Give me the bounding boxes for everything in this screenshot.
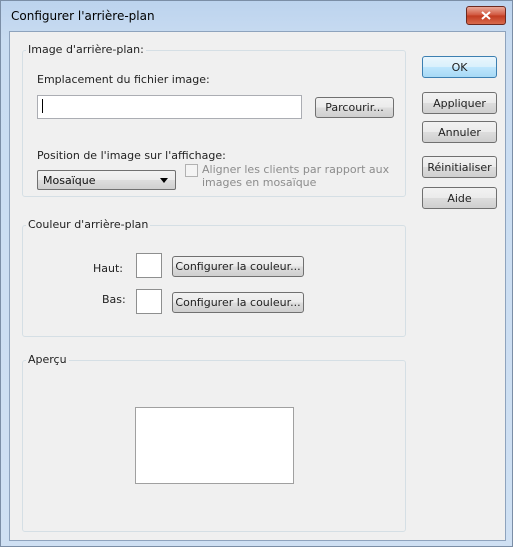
top-color-button-label: Configurer la couleur... — [175, 260, 301, 273]
top-color-button[interactable]: Configurer la couleur... — [172, 256, 304, 277]
image-position-label: Position de l'image sur l'affichage: — [37, 149, 226, 162]
close-button[interactable] — [466, 6, 506, 25]
reset-button[interactable]: Réinitialiser — [422, 156, 497, 178]
dialog-client-area: Image d'arrière-plan: Emplacement du fic… — [9, 31, 506, 541]
browse-button[interactable]: Parcourir... — [315, 97, 394, 118]
background-image-group-label: Image d'arrière-plan: — [26, 43, 146, 56]
bottom-color-button-label: Configurer la couleur... — [175, 296, 301, 309]
ok-button-label: OK — [451, 60, 468, 74]
cancel-button-label: Annuler — [438, 125, 481, 139]
help-button[interactable]: Aide — [422, 187, 497, 209]
browse-button-label: Parcourir... — [325, 101, 384, 114]
bottom-color-button[interactable]: Configurer la couleur... — [172, 292, 304, 313]
title-bar: Configurer l'arrière-plan — [1, 1, 512, 31]
bottom-color-label: Bas: — [102, 293, 126, 306]
align-clients-label: Aligner les clients par rapport aux imag… — [202, 163, 390, 189]
apply-button-label: Appliquer — [433, 96, 486, 110]
file-location-input[interactable] — [37, 95, 302, 119]
text-caret — [42, 99, 43, 113]
preview-box — [135, 407, 294, 484]
ok-button[interactable]: OK — [422, 56, 497, 78]
image-position-select[interactable]: Mosaïque — [37, 170, 176, 190]
apply-button[interactable]: Appliquer — [422, 92, 497, 114]
align-clients-checkbox[interactable] — [185, 164, 198, 177]
background-color-group — [22, 225, 406, 337]
image-position-value: Mosaïque — [43, 174, 96, 187]
window-title: Configurer l'arrière-plan — [11, 9, 155, 23]
bottom-color-swatch — [136, 289, 162, 314]
top-color-label: Haut: — [93, 262, 124, 275]
chevron-down-icon — [160, 178, 168, 183]
background-color-group-label: Couleur d'arrière-plan — [26, 218, 151, 231]
cancel-button[interactable]: Annuler — [422, 121, 497, 143]
preview-group-label: Aperçu — [26, 353, 69, 366]
file-location-label: Emplacement du fichier image: — [37, 73, 210, 86]
top-color-swatch — [136, 253, 162, 278]
reset-button-label: Réinitialiser — [427, 160, 492, 174]
help-button-label: Aide — [447, 191, 472, 205]
close-icon — [481, 11, 491, 20]
configure-background-dialog: Configurer l'arrière-plan Image d'arrièr… — [0, 0, 513, 547]
